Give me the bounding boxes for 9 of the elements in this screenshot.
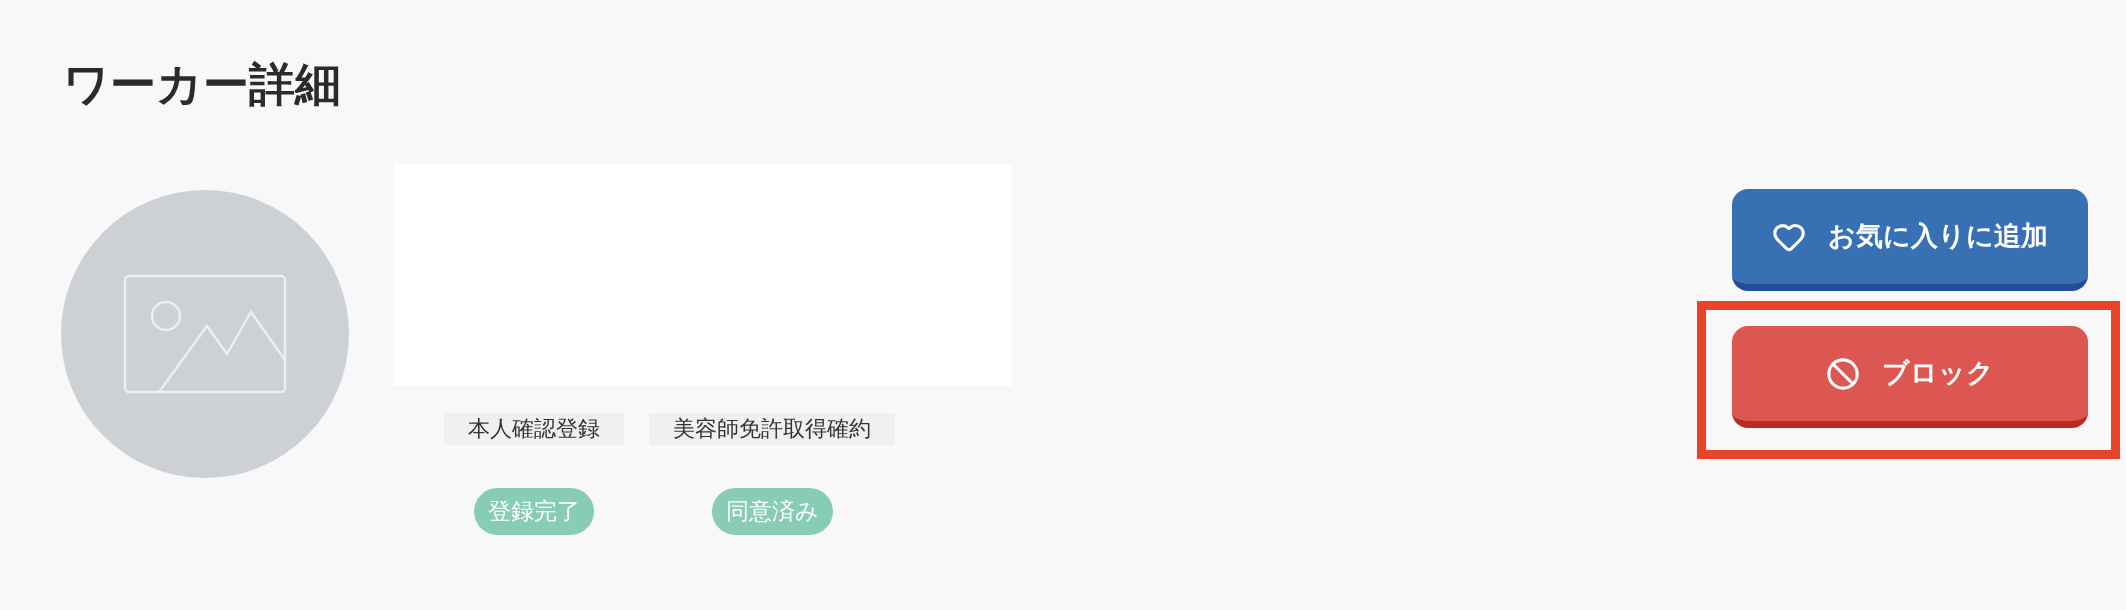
verification-label: 美容師免許取得確約 [649, 413, 895, 445]
image-placeholder-icon [123, 274, 287, 394]
prohibited-icon [1826, 356, 1860, 391]
favorite-button[interactable]: お気に入りに追加 [1732, 189, 2088, 291]
verification-label: 本人確認登録 [444, 413, 624, 445]
block-button[interactable]: ブロック [1732, 326, 2088, 428]
page-title: ワーカー詳細 [63, 56, 341, 112]
status-badge: 同意済み [711, 488, 833, 535]
status-badge: 登録完了 [474, 488, 594, 535]
